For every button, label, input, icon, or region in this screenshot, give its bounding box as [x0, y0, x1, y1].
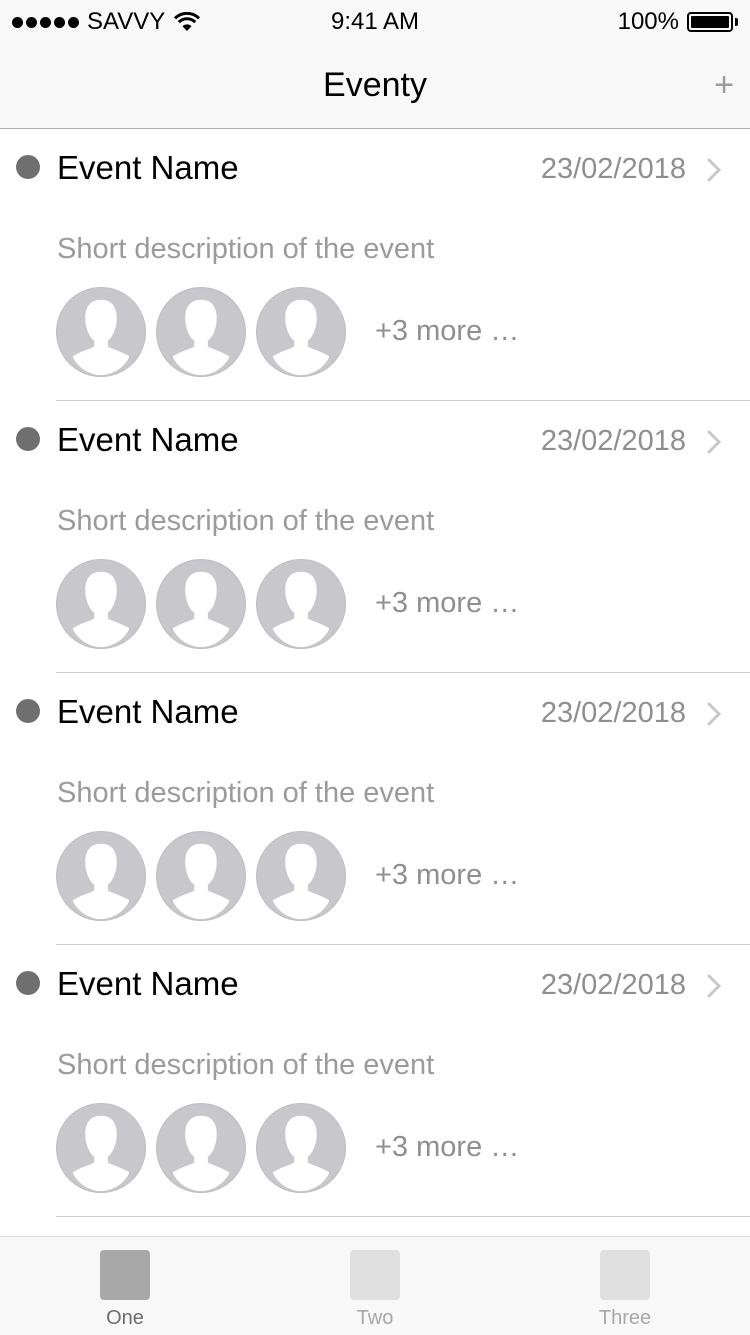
event-date: 23/02/2018 — [540, 425, 686, 457]
page-title: Eventy — [323, 66, 427, 104]
tab-three[interactable]: Three — [500, 1237, 750, 1335]
tab-bar: One Two Three — [0, 1236, 750, 1335]
battery-tip — [735, 18, 738, 26]
avatar[interactable] — [256, 559, 346, 649]
battery-icon — [687, 12, 733, 32]
tab-two-icon — [350, 1250, 400, 1300]
chevron-right-icon — [707, 974, 722, 998]
tab-two-label: Two — [356, 1307, 394, 1329]
chevron-right-icon — [707, 702, 722, 726]
more-attendees-link[interactable]: +3 more … — [375, 587, 519, 620]
avatar[interactable] — [256, 831, 346, 921]
status-dot-icon — [16, 971, 40, 995]
event-name: Event Name — [57, 693, 239, 730]
event-date: 23/02/2018 — [540, 697, 686, 729]
avatar[interactable] — [256, 1103, 346, 1193]
tab-one-icon — [100, 1250, 150, 1300]
attendee-avatars — [56, 287, 346, 377]
event-description: Short description of the event — [57, 1049, 435, 1081]
avatar[interactable] — [56, 831, 146, 921]
event-date: 23/02/2018 — [540, 969, 686, 1001]
avatar[interactable] — [56, 559, 146, 649]
attendee-avatars — [56, 1103, 346, 1193]
avatar[interactable] — [156, 559, 246, 649]
chevron-right-icon — [707, 158, 722, 182]
tab-one-label: One — [106, 1307, 144, 1329]
status-bar: SAVVY 9:41 AM 100% — [0, 0, 750, 42]
event-row[interactable]: Event Name 23/02/2018 Short description … — [0, 401, 750, 673]
status-dot-icon — [16, 427, 40, 451]
tab-three-label: Three — [598, 1307, 652, 1329]
tab-two[interactable]: Two — [250, 1237, 500, 1335]
avatar[interactable] — [56, 1103, 146, 1193]
avatar[interactable] — [56, 287, 146, 377]
event-row[interactable]: Event Name 23/02/2018 Short description … — [0, 673, 750, 945]
event-list: Event Name 23/02/2018 Short description … — [0, 129, 750, 1217]
event-description: Short description of the event — [57, 233, 435, 265]
more-attendees-link[interactable]: +3 more … — [375, 1131, 519, 1164]
navigation-bar: Eventy + — [0, 42, 750, 129]
event-name: Event Name — [57, 965, 239, 1002]
event-description: Short description of the event — [57, 777, 435, 809]
attendee-avatars — [56, 559, 346, 649]
tab-one[interactable]: One — [0, 1237, 250, 1335]
event-name: Event Name — [57, 149, 239, 186]
status-dot-icon — [16, 155, 40, 179]
event-row[interactable]: Event Name 23/02/2018 Short description … — [0, 129, 750, 401]
avatar[interactable] — [156, 1103, 246, 1193]
battery-percentage: 100% — [617, 8, 679, 35]
event-description: Short description of the event — [57, 505, 435, 537]
avatar[interactable] — [156, 831, 246, 921]
avatar[interactable] — [256, 287, 346, 377]
tab-three-icon — [600, 1250, 650, 1300]
event-date: 23/02/2018 — [540, 153, 686, 185]
status-right: 100% — [618, 8, 738, 36]
add-event-button[interactable]: + — [714, 68, 734, 102]
event-row[interactable]: Event Name 23/02/2018 Short description … — [0, 945, 750, 1217]
avatar[interactable] — [156, 287, 246, 377]
event-name: Event Name — [57, 421, 239, 458]
chevron-right-icon — [707, 430, 722, 454]
more-attendees-link[interactable]: +3 more … — [375, 859, 519, 892]
attendee-avatars — [56, 831, 346, 921]
status-dot-icon — [16, 699, 40, 723]
more-attendees-link[interactable]: +3 more … — [375, 315, 519, 348]
